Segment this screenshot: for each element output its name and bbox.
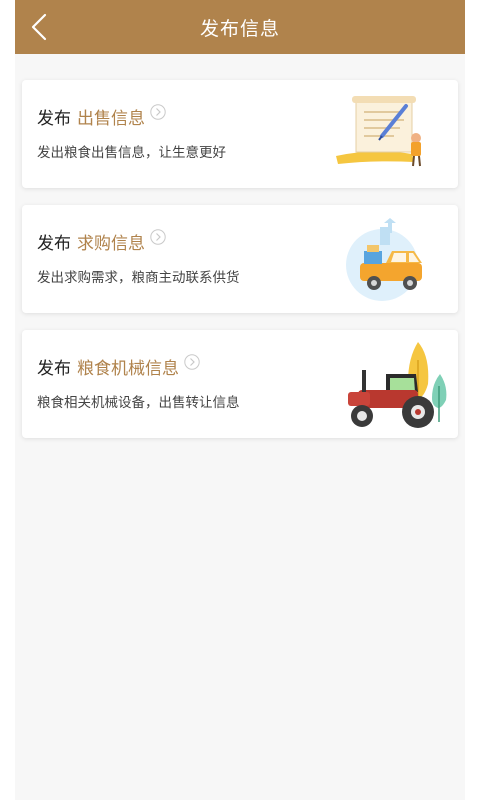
- card-description: 发出粮食出售信息，让生意更好: [37, 145, 226, 161]
- delivery-truck-illustration: [334, 215, 444, 305]
- nav-bar: 发布信息: [15, 0, 465, 54]
- title-highlight: 求购信息: [77, 234, 145, 254]
- tractor-illustration: [334, 340, 452, 430]
- chevron-right-circle-icon: [184, 353, 200, 370]
- page-title: 发布信息: [199, 17, 280, 40]
- back-button[interactable]: [21, 8, 57, 46]
- card-title: 发布 粮食机械信息: [37, 353, 200, 379]
- card-description: 发出求购需求，粮商主动联系供货: [37, 270, 240, 286]
- card-description: 粮食相关机械设备，出售转让信息: [37, 395, 240, 411]
- chevron-left-icon: [31, 13, 47, 41]
- title-prefix: 发布: [37, 234, 71, 254]
- title-highlight: 粮食机械信息: [77, 359, 179, 379]
- document-pen-illustration: [334, 90, 444, 180]
- card-title: 发布 出售信息: [37, 103, 166, 129]
- app-screen: 发布信息 发布 出售信息 发出粮食出售信息，让生意更好 发布 求购信息 发出求购…: [15, 0, 465, 800]
- title-prefix: 发布: [37, 359, 71, 379]
- title-highlight: 出售信息: [77, 109, 145, 129]
- chevron-right-circle-icon: [150, 228, 166, 245]
- publish-machinery-card[interactable]: 发布 粮食机械信息 粮食相关机械设备，出售转让信息: [22, 330, 458, 438]
- publish-purchase-card[interactable]: 发布 求购信息 发出求购需求，粮商主动联系供货: [22, 205, 458, 313]
- publish-sell-card[interactable]: 发布 出售信息 发出粮食出售信息，让生意更好: [22, 80, 458, 188]
- card-title: 发布 求购信息: [37, 228, 166, 254]
- chevron-right-circle-icon: [150, 103, 166, 120]
- title-prefix: 发布: [37, 109, 71, 129]
